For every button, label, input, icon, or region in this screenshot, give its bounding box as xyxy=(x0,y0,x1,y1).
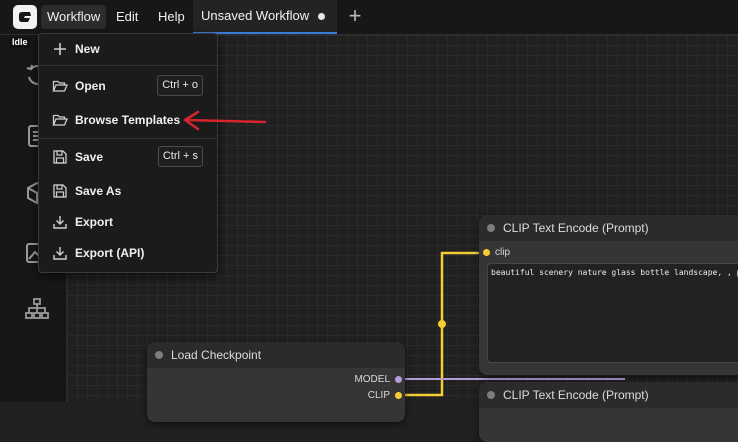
menu-item-label: Export xyxy=(75,215,114,229)
clip-text-encode-node[interactable]: CLIP Text Encode (Prompt) clip beautiful… xyxy=(479,215,738,375)
menu-item-export-api[interactable]: Export (API) xyxy=(39,238,217,268)
menu-item-label: Save As xyxy=(75,184,122,198)
menu-item-label: Open xyxy=(75,79,106,93)
menu-item-label: New xyxy=(75,42,100,56)
menu-item-label: Save xyxy=(75,150,104,164)
menu-item-label: Export (API) xyxy=(75,246,145,260)
menu-edit[interactable]: Edit xyxy=(110,5,144,29)
load-checkpoint-node[interactable]: Load Checkpoint MODEL CLIP xyxy=(147,342,405,422)
clip-output-label: CLIP xyxy=(367,390,390,401)
node-title: CLIP Text Encode (Prompt) xyxy=(503,388,649,402)
save-icon xyxy=(52,149,68,165)
node-header[interactable]: CLIP Text Encode (Prompt) xyxy=(479,382,738,408)
shortcut-badge: Ctrl + o xyxy=(157,75,203,96)
node-collapse-dot[interactable] xyxy=(155,351,163,359)
node-title: CLIP Text Encode (Prompt) xyxy=(503,221,649,235)
clip-input-label: clip xyxy=(495,247,511,258)
download-icon xyxy=(52,245,68,261)
folder-open-icon xyxy=(52,112,68,128)
wire-reroute-dot xyxy=(438,320,446,328)
clip-output-slot[interactable] xyxy=(395,392,402,399)
node-title: Load Checkpoint xyxy=(171,348,262,362)
workflow-menu: New Open Ctrl + o Browse Templates Save … xyxy=(38,33,218,273)
workflows-icon[interactable] xyxy=(24,296,50,322)
annotation-arrow-icon xyxy=(183,110,267,131)
node-collapse-dot[interactable] xyxy=(487,391,495,399)
unsaved-dot-icon[interactable] xyxy=(318,13,325,20)
folder-open-icon xyxy=(52,78,68,94)
tab-unsaved-workflow[interactable]: Unsaved Workflow xyxy=(193,0,337,34)
comfy-logo-icon[interactable] xyxy=(13,5,37,29)
model-output-slot[interactable] xyxy=(395,376,402,383)
download-icon xyxy=(52,214,68,230)
model-output-label: MODEL xyxy=(354,374,390,385)
shortcut-badge: Ctrl + s xyxy=(157,146,203,167)
menu-divider xyxy=(39,65,217,66)
save-icon xyxy=(52,183,68,199)
node-collapse-dot[interactable] xyxy=(487,224,495,232)
menu-help[interactable]: Help xyxy=(152,5,191,29)
node-header[interactable]: CLIP Text Encode (Prompt) xyxy=(479,215,738,241)
top-menubar: Workflow Edit Help Unsaved Workflow + xyxy=(0,0,738,35)
clip-input-slot[interactable] xyxy=(483,249,490,256)
menu-item-label: Browse Templates xyxy=(75,113,181,127)
node-header[interactable]: Load Checkpoint xyxy=(147,342,405,368)
menu-item-save-as[interactable]: Save As xyxy=(39,176,217,206)
plus-icon xyxy=(52,41,68,57)
menu-item-save[interactable]: Save Ctrl + s xyxy=(39,142,217,172)
menu-divider xyxy=(39,138,217,139)
prompt-textarea[interactable]: beautiful scenery nature glass bottle la… xyxy=(487,263,738,363)
menu-item-new[interactable]: New xyxy=(39,34,217,64)
clip-text-encode-node-2[interactable]: CLIP Text Encode (Prompt) xyxy=(479,382,738,442)
menu-workflow[interactable]: Workflow xyxy=(41,5,107,29)
tab-label: Unsaved Workflow xyxy=(201,8,310,23)
menu-item-export[interactable]: Export xyxy=(39,207,217,237)
menu-item-open[interactable]: Open Ctrl + o xyxy=(39,71,217,101)
status-badge: Idle xyxy=(9,37,31,48)
plus-icon[interactable]: + xyxy=(343,5,367,29)
